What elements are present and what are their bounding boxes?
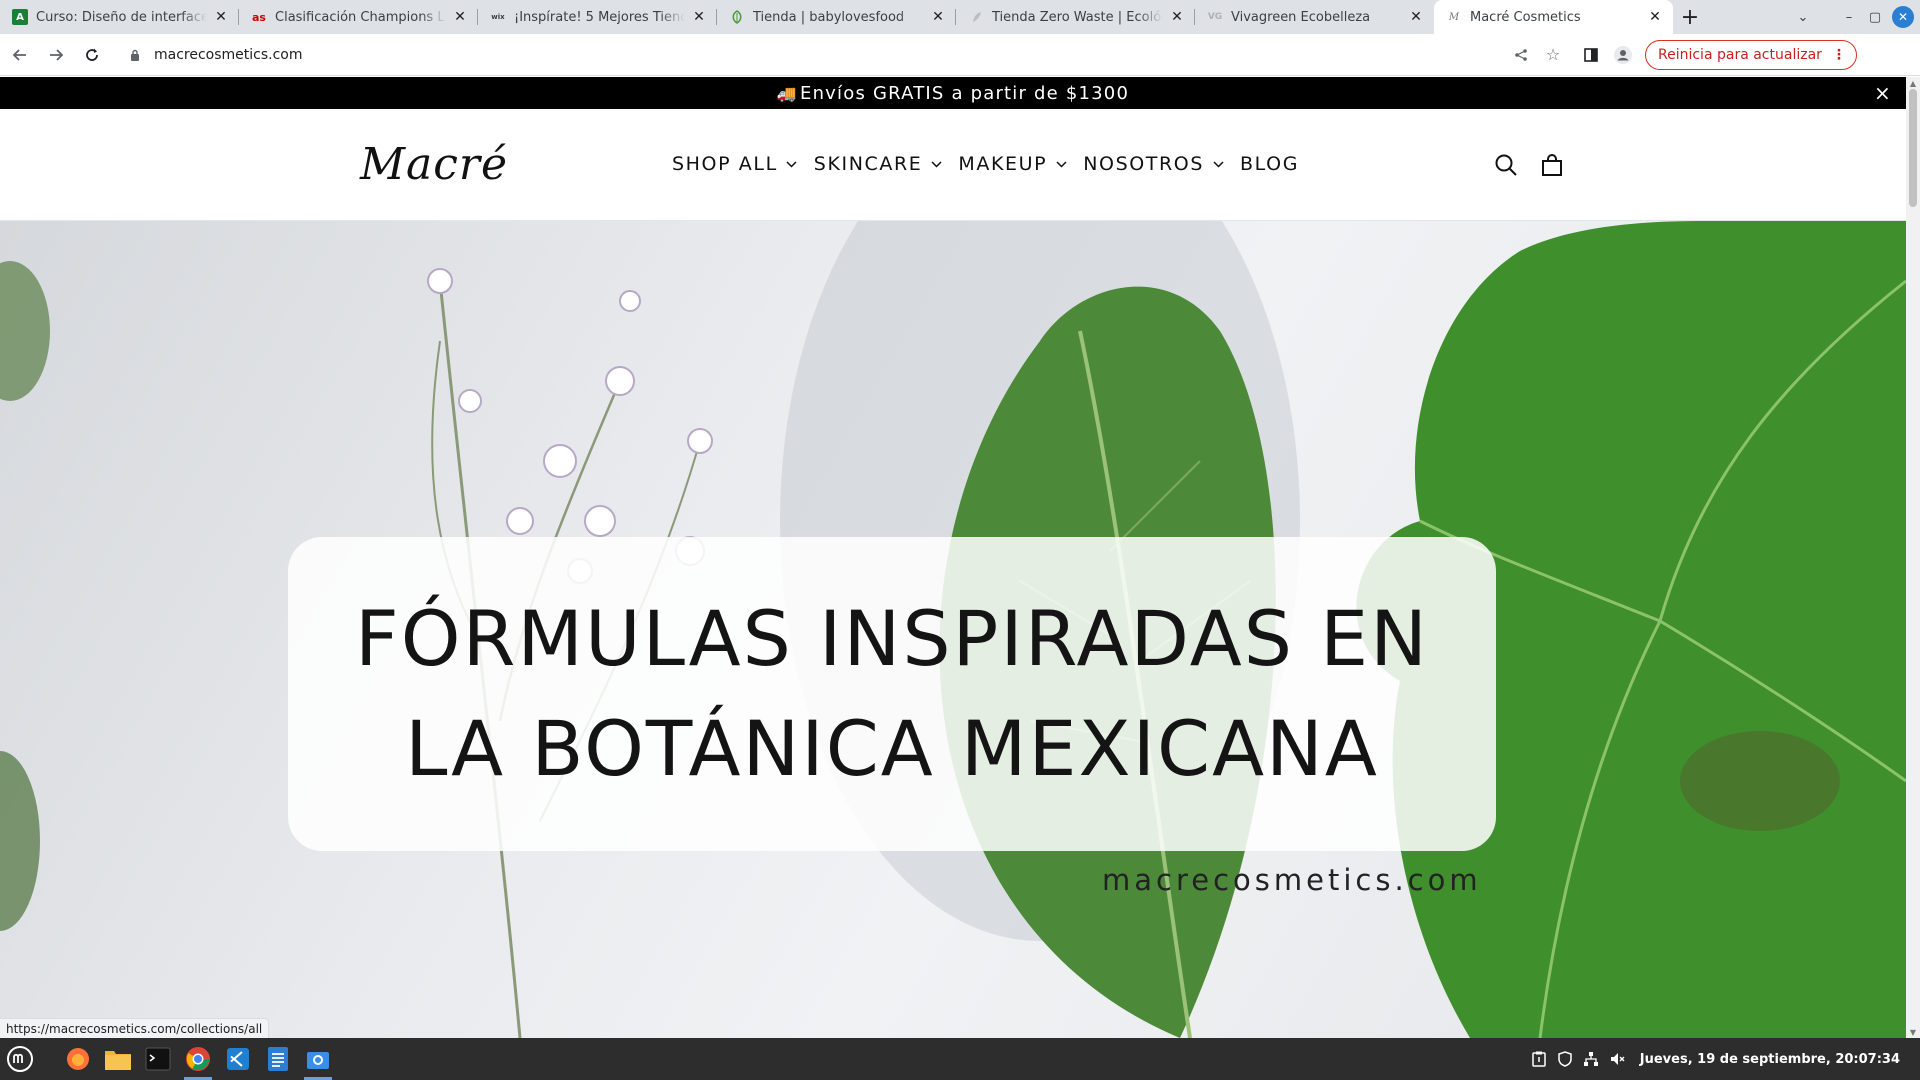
cart-bag-icon[interactable] <box>1536 149 1568 181</box>
window-controls: ⌄ – ▢ ✕ <box>1790 0 1920 34</box>
leaf-icon <box>968 9 984 25</box>
chevron-down-icon <box>1055 158 1067 170</box>
nav-skincare[interactable]: SKINCARE <box>814 153 943 175</box>
hero-banner-image[interactable]: FÓRMULAS INSPIRADAS EN LA BOTÁNICA MEXIC… <box>0 221 1906 1038</box>
file-manager-icon[interactable] <box>98 1038 138 1080</box>
tab-vivagreen[interactable]: VG Vivagreen Ecobelleza ✕ <box>1195 0 1434 34</box>
hero-headline-line1: FÓRMULAS INSPIRADAS EN <box>355 594 1429 683</box>
status-url-bubble: https://macrecosmetics.com/collections/a… <box>0 1018 270 1038</box>
update-button[interactable]: Reinicia para actualizar ⋮ <box>1645 39 1857 70</box>
announcement-text: Envíos GRATIS a partir de $1300 <box>800 82 1130 104</box>
nav-makeup[interactable]: MAKEUP <box>958 153 1067 175</box>
nav-label: MAKEUP <box>958 153 1048 175</box>
tab-close-icon[interactable]: ✕ <box>930 9 946 25</box>
tab-search-chevron-icon[interactable]: ⌄ <box>1790 10 1816 25</box>
nav-label: SHOP ALL <box>672 153 778 175</box>
tab-favicon: wix <box>491 13 505 21</box>
chevron-down-icon <box>930 158 942 170</box>
lock-icon[interactable] <box>128 48 142 62</box>
minimize-icon[interactable]: – <box>1836 10 1862 25</box>
tab-inspirate[interactable]: wix ¡Inspírate! 5 Mejores Tiendas ✕ <box>478 0 717 34</box>
browser-toolbar: macrecosmetics.com ☆ Reinicia para actua… <box>0 34 1920 76</box>
site-header: Macré SHOP ALL SKINCARE MAKEUP NOSOTROS … <box>0 109 1906 221</box>
leaf-icon <box>729 9 745 25</box>
tab-close-icon[interactable]: ✕ <box>452 9 468 25</box>
tab-champions[interactable]: as Clasificación Champions Leag ✕ <box>239 0 478 34</box>
tab-favicon: M <box>1448 11 1460 23</box>
profile-avatar-icon[interactable] <box>1607 39 1639 71</box>
terminal-icon[interactable] <box>138 1038 178 1080</box>
tab-favicon: A <box>12 9 28 25</box>
network-icon[interactable] <box>1578 1051 1604 1067</box>
nav-label: BLOG <box>1240 153 1300 175</box>
text-editor-icon[interactable] <box>258 1038 298 1080</box>
scroll-up-arrow-icon[interactable]: ▲ <box>1906 77 1920 89</box>
tab-title: Macré Cosmetics <box>1470 9 1581 25</box>
more-menu-icon[interactable]: ⋮ <box>1832 47 1846 63</box>
tab-close-icon[interactable]: ✕ <box>213 9 229 25</box>
clipboard-icon[interactable] <box>1526 1051 1552 1067</box>
tab-title: Tienda Zero Waste | Ecológic <box>992 9 1163 25</box>
forward-icon[interactable] <box>40 39 72 71</box>
nav-nosotros[interactable]: NOSOTROS <box>1083 153 1224 175</box>
new-tab-button[interactable]: + <box>1673 0 1707 34</box>
tab-zero-waste[interactable]: Tienda Zero Waste | Ecológic ✕ <box>956 0 1195 34</box>
tab-title: Clasificación Champions Leag <box>275 9 446 25</box>
system-tray: Jueves, 19 de septiembre, 20:07:34 <box>1526 1038 1920 1080</box>
chevron-down-icon <box>1212 158 1224 170</box>
browser-tab-strip: A Curso: Diseño de interfaces W ✕ as Cla… <box>0 0 1920 34</box>
search-icon[interactable] <box>1490 149 1522 181</box>
address-bar[interactable]: macrecosmetics.com ☆ <box>114 38 1569 71</box>
maximize-icon[interactable]: ▢ <box>1862 10 1888 25</box>
announcement-close-icon[interactable]: × <box>1874 81 1892 105</box>
web-page: 🚚 Envíos GRATIS a partir de $1300 × Macr… <box>0 77 1906 1038</box>
tab-title: Vivagreen Ecobelleza <box>1231 9 1371 25</box>
tab-curso[interactable]: A Curso: Diseño de interfaces W ✕ <box>0 0 239 34</box>
chrome-icon[interactable] <box>178 1038 218 1080</box>
main-nav: SHOP ALL SKINCARE MAKEUP NOSOTROS BLOG <box>672 153 1315 175</box>
scroll-down-arrow-icon[interactable]: ▼ <box>1906 1026 1920 1038</box>
tab-favicon: VG <box>1207 12 1223 22</box>
bookmark-star-icon[interactable]: ☆ <box>1537 45 1569 64</box>
scrollbar-thumb[interactable] <box>1909 89 1917 207</box>
hero-headline-line2: LA BOTÁNICA MEXICANA <box>405 704 1379 793</box>
nav-label: NOSOTROS <box>1083 153 1205 175</box>
tab-macre[interactable]: M Macré Cosmetics ✕ <box>1434 0 1673 34</box>
volume-muted-icon[interactable] <box>1604 1051 1630 1067</box>
site-logo[interactable]: Macré <box>360 139 508 190</box>
tab-title: Tienda | babylovesfood <box>753 9 905 25</box>
side-panel-icon[interactable] <box>1575 39 1607 71</box>
tab-close-icon[interactable]: ✕ <box>1408 9 1424 25</box>
nav-blog[interactable]: BLOG <box>1240 153 1299 175</box>
tab-close-icon[interactable]: ✕ <box>1169 9 1185 25</box>
tab-close-icon[interactable]: ✕ <box>691 9 707 25</box>
reload-icon[interactable] <box>76 39 108 71</box>
truck-icon: 🚚 <box>776 83 798 103</box>
menu-launcher-icon[interactable] <box>0 1038 40 1080</box>
vscode-icon[interactable] <box>218 1038 258 1080</box>
nav-shop-all[interactable]: SHOP ALL <box>672 153 798 175</box>
page-scrollbar[interactable]: ▲ ▼ <box>1906 77 1920 1038</box>
chevron-down-icon <box>786 158 798 170</box>
os-taskbar: Jueves, 19 de septiembre, 20:07:34 <box>0 1038 1920 1080</box>
shield-update-icon[interactable] <box>1552 1051 1578 1067</box>
screenshot-tool-icon[interactable] <box>298 1038 338 1080</box>
share-icon[interactable] <box>1505 48 1537 62</box>
firefox-icon[interactable] <box>58 1038 98 1080</box>
back-icon[interactable] <box>4 39 36 71</box>
tab-favicon: as <box>252 10 266 24</box>
window-close-icon[interactable]: ✕ <box>1892 6 1914 28</box>
system-clock[interactable]: Jueves, 19 de septiembre, 20:07:34 <box>1640 1052 1900 1067</box>
url-text[interactable]: macrecosmetics.com <box>154 47 1505 63</box>
announcement-bar: 🚚 Envíos GRATIS a partir de $1300 × <box>0 77 1906 109</box>
tab-babylovesfood[interactable]: Tienda | babylovesfood ✕ <box>717 0 956 34</box>
hero-text-panel: FÓRMULAS INSPIRADAS EN LA BOTÁNICA MEXIC… <box>288 537 1496 851</box>
tab-title: Curso: Diseño de interfaces W <box>36 9 207 25</box>
nav-label: SKINCARE <box>813 153 923 175</box>
tab-close-icon[interactable]: ✕ <box>1647 9 1663 25</box>
update-button-label: Reinicia para actualizar <box>1658 46 1822 63</box>
hero-website-text: macrecosmetics.com <box>1102 863 1482 897</box>
tab-title: ¡Inspírate! 5 Mejores Tiendas <box>514 9 685 25</box>
